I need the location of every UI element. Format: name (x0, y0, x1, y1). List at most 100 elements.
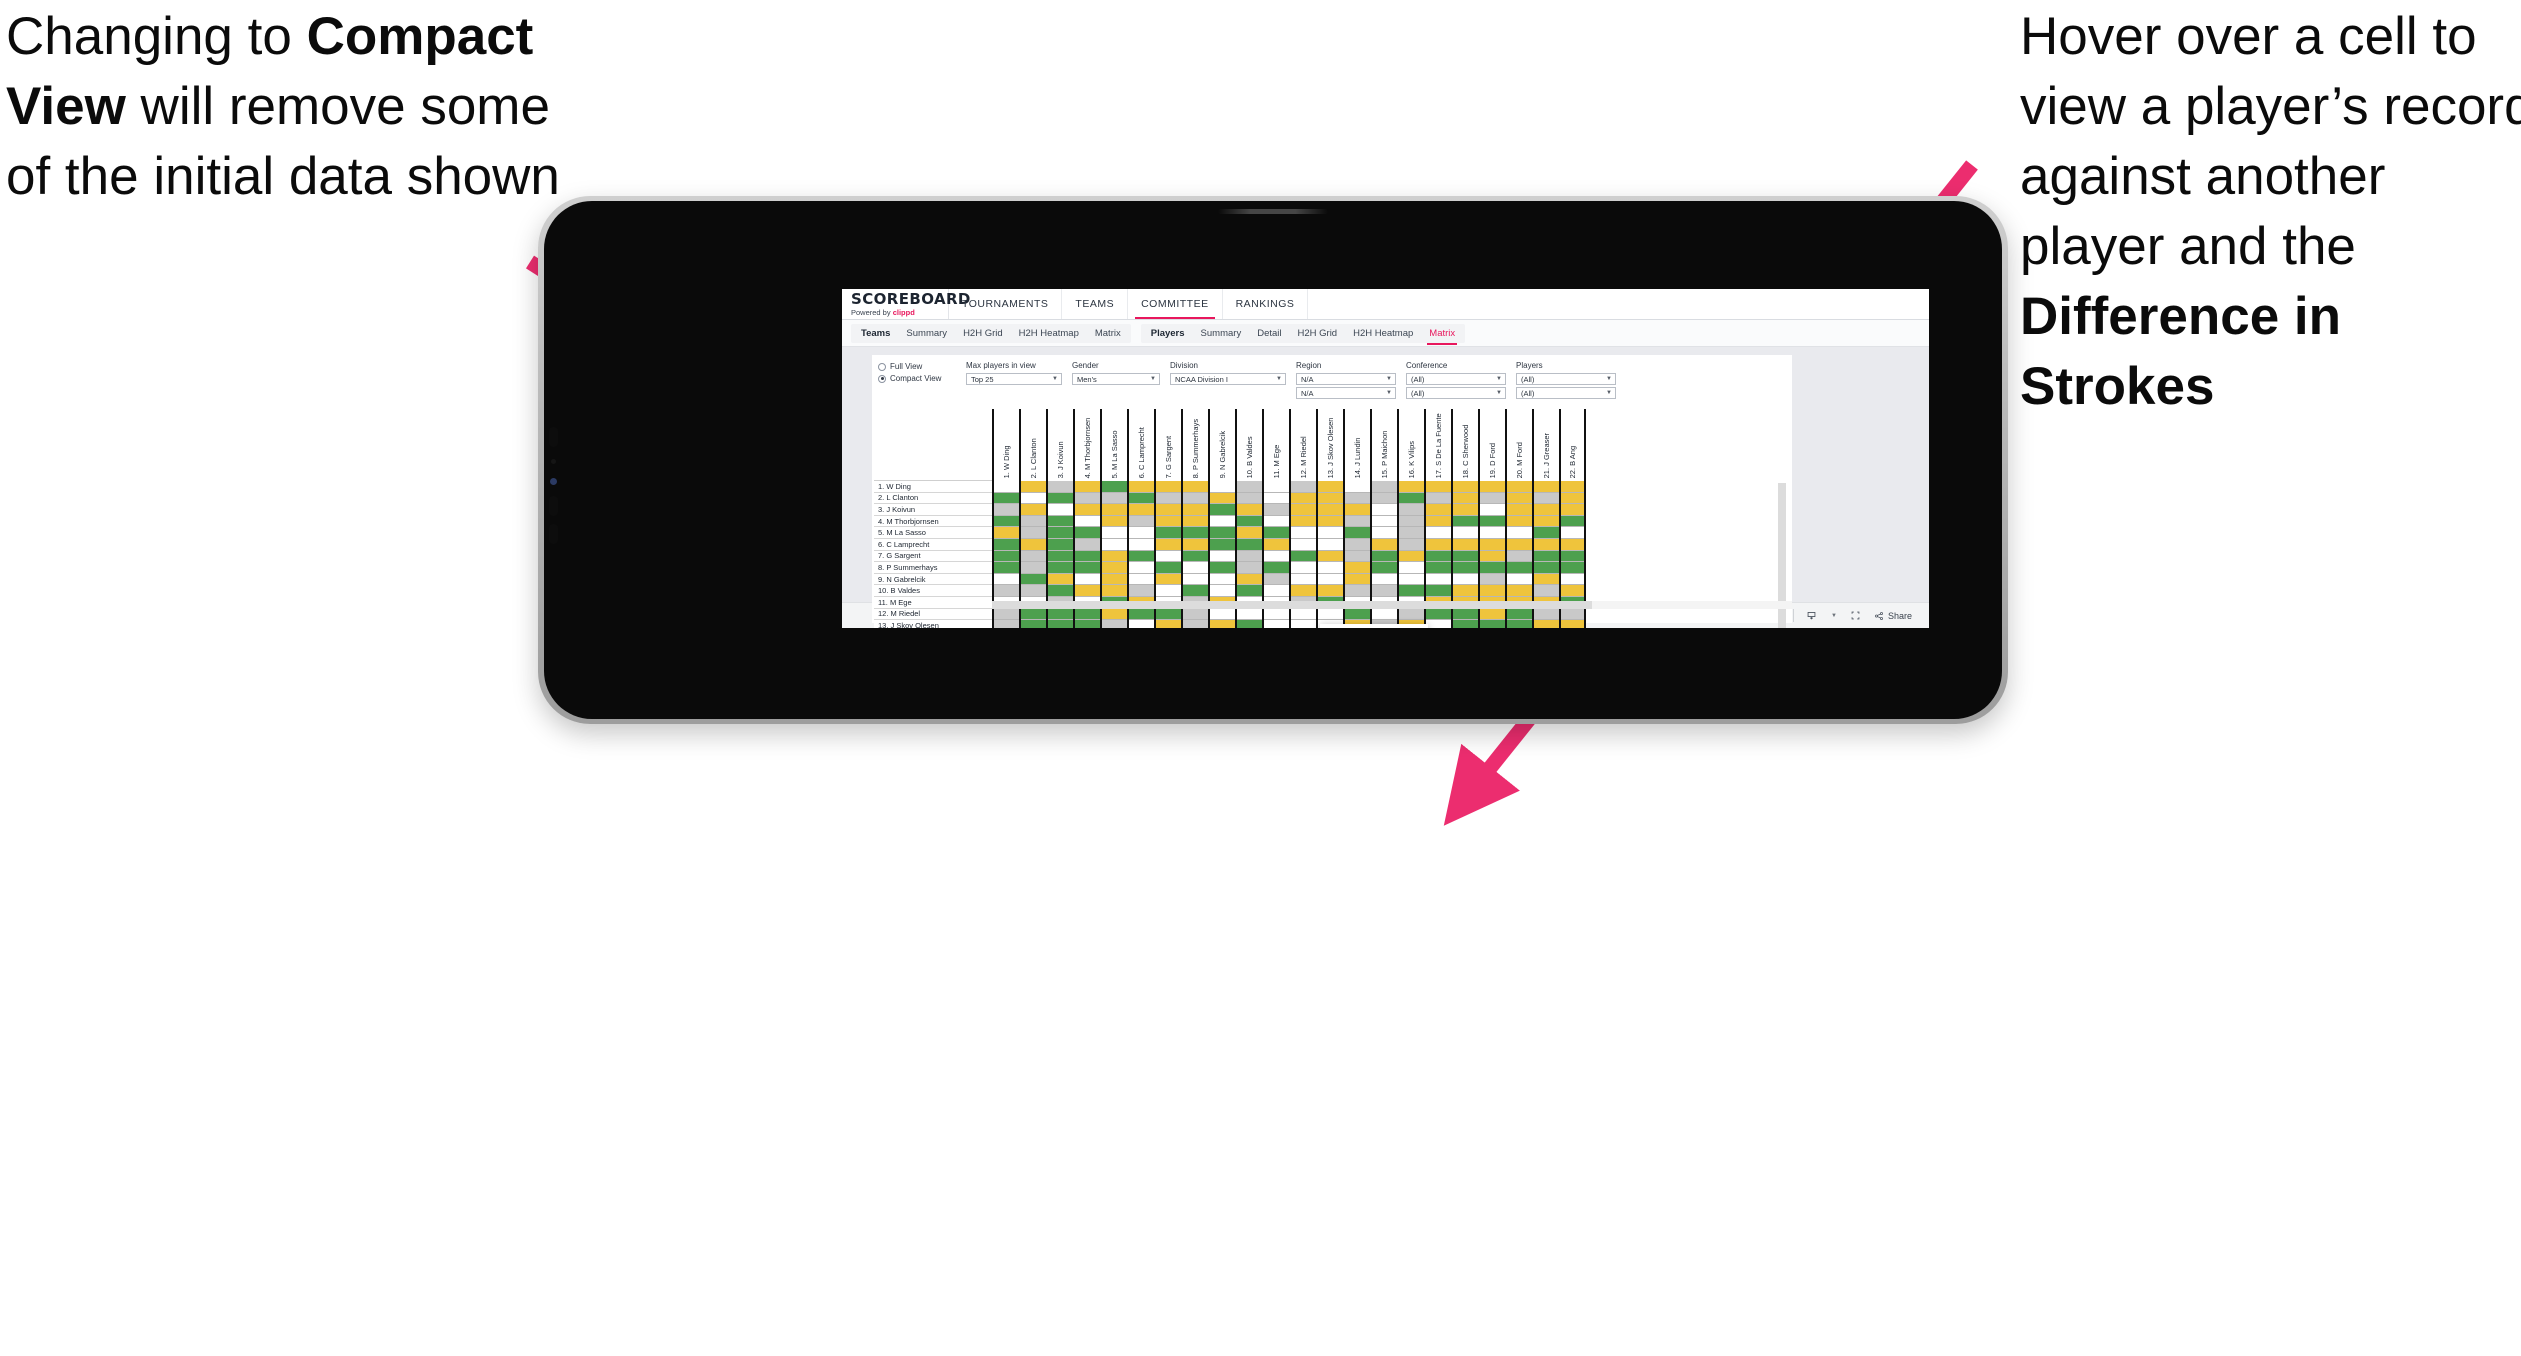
matrix-cell[interactable] (1561, 538, 1584, 551)
matrix-cell[interactable] (1210, 481, 1235, 493)
matrix-cell[interactable] (1264, 492, 1289, 505)
matrix-cell[interactable] (1318, 515, 1343, 528)
matrix-cell[interactable] (1318, 550, 1343, 563)
matrix-cell[interactable] (1507, 585, 1532, 597)
matrix-cell[interactable] (1345, 527, 1370, 539)
matrix-cell[interactable] (1507, 527, 1532, 539)
matrix-cell[interactable] (1156, 550, 1181, 563)
matrix-cell[interactable] (1021, 620, 1046, 628)
matrix-cell[interactable] (1237, 620, 1262, 628)
matrix-cell[interactable] (994, 585, 1019, 597)
matrix-cell[interactable] (1480, 573, 1505, 586)
volume-down-button[interactable] (549, 496, 558, 516)
matrix-cell[interactable] (1345, 515, 1370, 528)
matrix-cell[interactable] (1507, 538, 1532, 551)
matrix-cell[interactable] (1237, 562, 1262, 574)
matrix-cell[interactable] (1480, 620, 1505, 628)
matrix-cell[interactable] (1210, 620, 1235, 628)
filter-gender-select[interactable]: Men's ▼ (1072, 373, 1160, 385)
matrix-cell[interactable] (1102, 573, 1127, 586)
subnav-players-matrix[interactable]: Matrix (1421, 324, 1463, 345)
matrix-cell[interactable] (1129, 620, 1154, 628)
matrix-cell[interactable] (1021, 481, 1046, 493)
filter-players-select-2[interactable]: (All) ▼ (1516, 387, 1616, 399)
filter-region-select-2[interactable]: N/A ▼ (1296, 387, 1396, 399)
matrix-cell[interactable] (1183, 481, 1208, 493)
matrix-cell[interactable] (1453, 504, 1478, 516)
matrix-cell[interactable] (1237, 538, 1262, 551)
matrix-cell[interactable] (1291, 504, 1316, 516)
matrix-cell[interactable] (1210, 527, 1235, 539)
topnav-teams[interactable]: TEAMS (1062, 289, 1129, 319)
matrix-cell[interactable] (1210, 515, 1235, 528)
matrix-cell[interactable] (1345, 573, 1370, 586)
matrix-cell[interactable] (1156, 492, 1181, 505)
matrix-cell[interactable] (1021, 538, 1046, 551)
matrix-cell[interactable] (1129, 538, 1154, 551)
matrix-cell[interactable] (1237, 573, 1262, 586)
filter-conference-select-2[interactable]: (All) ▼ (1406, 387, 1506, 399)
matrix-cell[interactable] (1453, 515, 1478, 528)
matrix-cell[interactable] (1291, 608, 1316, 621)
matrix-cell[interactable] (1399, 585, 1424, 597)
matrix-cell[interactable] (1210, 504, 1235, 516)
matrix-cell[interactable] (1507, 504, 1532, 516)
matrix-cell[interactable] (1534, 515, 1559, 528)
matrix-cell[interactable] (1075, 492, 1100, 505)
matrix-cell[interactable] (1129, 481, 1154, 493)
matrix-cell[interactable] (1507, 608, 1532, 621)
matrix-cell[interactable] (1156, 620, 1181, 628)
matrix-cell[interactable] (1291, 585, 1316, 597)
matrix-cell[interactable] (1156, 562, 1181, 574)
subnav-players-summary[interactable]: Summary (1193, 324, 1250, 343)
matrix-cell[interactable] (1534, 573, 1559, 586)
matrix-cell[interactable] (1291, 527, 1316, 539)
matrix-cell[interactable] (1453, 620, 1478, 628)
matrix-cell[interactable] (1183, 608, 1208, 621)
matrix-cell[interactable] (994, 538, 1019, 551)
power-button[interactable] (549, 524, 558, 544)
matrix-cell[interactable] (1507, 573, 1532, 586)
matrix-cell[interactable] (1426, 527, 1451, 539)
matrix-cell[interactable] (1183, 492, 1208, 505)
matrix-cell[interactable] (994, 504, 1019, 516)
dropdown-caret-icon-2[interactable]: ▼ (1823, 607, 1845, 625)
matrix-cell[interactable] (1534, 538, 1559, 551)
matrix-cell[interactable] (1318, 608, 1343, 621)
matrix-cell[interactable] (1156, 573, 1181, 586)
matrix-cell[interactable] (1426, 492, 1451, 505)
matrix-cell[interactable] (1345, 481, 1370, 493)
matrix-cell[interactable] (1075, 515, 1100, 528)
matrix-cell[interactable] (1372, 573, 1397, 586)
matrix-cell[interactable] (1291, 515, 1316, 528)
matrix-cell[interactable] (1480, 538, 1505, 551)
matrix-cell[interactable] (1426, 608, 1451, 621)
brand-logo[interactable]: SCOREBOARD Powered by clippd (842, 289, 970, 319)
matrix-cell[interactable] (1156, 481, 1181, 493)
matrix-cell[interactable] (1129, 492, 1154, 505)
matrix-cell[interactable] (1102, 562, 1127, 574)
matrix-cell[interactable] (1048, 515, 1073, 528)
matrix-cell[interactable] (1048, 550, 1073, 563)
matrix-cell[interactable] (1318, 562, 1343, 574)
matrix-cell[interactable] (994, 562, 1019, 574)
radio-full-view[interactable]: Full View (878, 362, 956, 371)
matrix-cell[interactable] (994, 527, 1019, 539)
matrix-cell[interactable] (1318, 481, 1343, 493)
matrix-cell[interactable] (1102, 527, 1127, 539)
matrix-cell[interactable] (1372, 585, 1397, 597)
matrix-cell[interactable] (1372, 608, 1397, 621)
matrix-cell[interactable] (1102, 550, 1127, 563)
matrix-cell[interactable] (1372, 481, 1397, 493)
matrix-cell[interactable] (1561, 504, 1584, 516)
matrix-cell[interactable] (1075, 585, 1100, 597)
matrix-cell[interactable] (1372, 550, 1397, 563)
matrix-cell[interactable] (1048, 573, 1073, 586)
matrix-cell[interactable] (1480, 504, 1505, 516)
matrix-cell[interactable] (1048, 527, 1073, 539)
matrix-cell[interactable] (1102, 481, 1127, 493)
matrix-cell[interactable] (1453, 527, 1478, 539)
matrix-cell[interactable] (1507, 515, 1532, 528)
subnav-teams-h2h-grid[interactable]: H2H Grid (955, 324, 1011, 343)
matrix-cell[interactable] (1210, 573, 1235, 586)
